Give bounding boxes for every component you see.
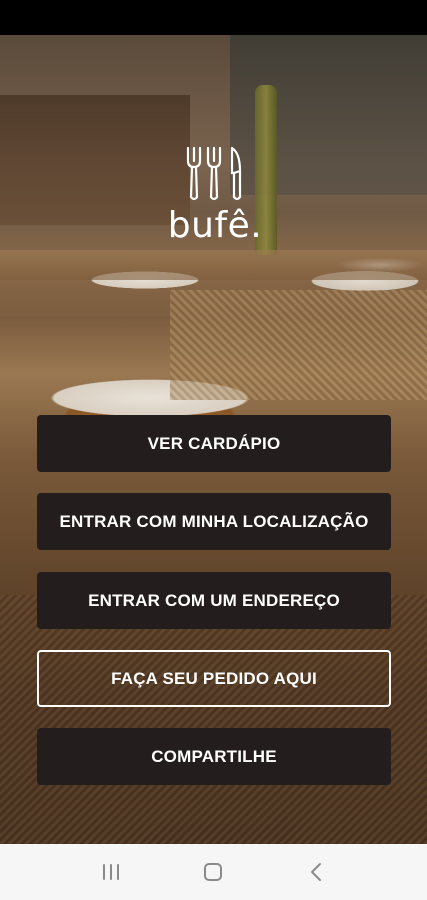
- view-menu-button[interactable]: VER CARDÁPIO: [37, 415, 391, 472]
- background-image: bufê. VER CARDÁPIO ENTRAR COM MINHA LOCA…: [0, 35, 427, 844]
- home-icon: [204, 863, 223, 881]
- enter-with-address-button[interactable]: ENTRAR COM UM ENDEREÇO: [37, 572, 391, 629]
- back-icon: [310, 863, 321, 881]
- back-button[interactable]: [296, 852, 336, 892]
- share-button[interactable]: COMPARTILHE: [37, 728, 391, 785]
- background-chair-weave: [170, 290, 427, 400]
- home-button[interactable]: [193, 852, 233, 892]
- logo: bufê.: [160, 145, 270, 265]
- logo-text: bufê.: [167, 205, 263, 246]
- cutlery-icon: [186, 146, 242, 201]
- recents-button[interactable]: [91, 852, 131, 892]
- enter-with-location-button[interactable]: ENTRAR COM MINHA LOCALIZAÇÃO: [37, 493, 391, 550]
- navigation-bar: [0, 844, 427, 900]
- status-bar: [0, 0, 427, 35]
- background-chair-weave-bottom: [0, 595, 427, 844]
- recents-icon: [103, 864, 120, 880]
- place-order-button[interactable]: FAÇA SEU PEDIDO AQUI: [37, 650, 391, 707]
